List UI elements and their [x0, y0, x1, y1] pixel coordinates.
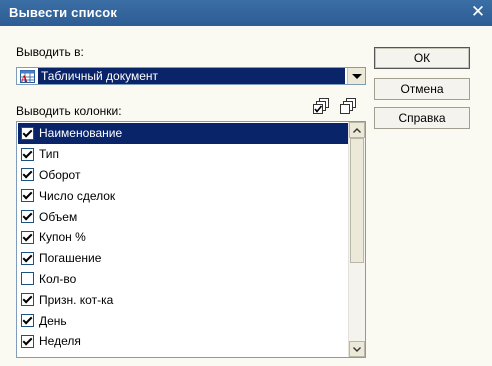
column-checkbox[interactable] — [21, 147, 34, 161]
column-checkbox[interactable] — [21, 272, 34, 286]
list-item[interactable]: Объем — [18, 206, 348, 227]
scroll-up-button[interactable] — [349, 122, 365, 138]
column-checkbox[interactable] — [21, 230, 34, 244]
list-item[interactable]: Кол-во — [18, 269, 348, 290]
list-item[interactable]: Призн. кот-ка — [18, 289, 348, 310]
output-target-select[interactable]: A Табличный документ — [16, 67, 366, 85]
window-title: Вывести список — [9, 5, 118, 20]
column-label: Купон % — [39, 230, 86, 245]
column-checkbox[interactable] — [21, 189, 34, 203]
list-item[interactable]: Наименование — [18, 123, 348, 144]
ok-button[interactable]: ОК — [374, 47, 470, 69]
column-checkbox[interactable] — [21, 251, 34, 265]
dialog-window: Вывести список ✕ Выводить в: A Табличный… — [0, 0, 492, 366]
spreadsheet-icon: A — [20, 70, 35, 83]
list-item[interactable]: Купон % — [18, 227, 348, 248]
output-to-label: Выводить в: — [16, 45, 84, 59]
list-item[interactable]: День — [18, 310, 348, 331]
column-label: Объем — [39, 209, 78, 224]
column-label: Наименование — [39, 126, 123, 141]
columns-list-items: Наименование Тип Оборот Число сделок Объем Ку… — [18, 123, 348, 356]
vertical-scrollbar[interactable] — [348, 122, 365, 357]
check-all-icon[interactable] — [313, 97, 331, 115]
list-item[interactable]: Неделя — [18, 331, 348, 352]
close-icon[interactable]: ✕ — [468, 2, 488, 22]
chevron-down-icon — [353, 346, 361, 352]
column-checkbox[interactable] — [21, 334, 34, 348]
column-label: День — [39, 313, 67, 328]
chevron-up-icon — [353, 127, 361, 133]
columns-label: Выводить колонки: — [16, 104, 122, 118]
column-label: Неделя — [39, 334, 81, 349]
chevron-down-icon — [351, 73, 362, 79]
column-label: Оборот — [39, 167, 81, 182]
output-target-value: Табличный документ — [38, 68, 345, 84]
help-button[interactable]: Справка — [374, 107, 470, 129]
scroll-thumb[interactable] — [350, 138, 364, 263]
scroll-down-button[interactable] — [349, 341, 365, 357]
cancel-button[interactable]: Отмена — [374, 78, 470, 100]
columns-list[interactable]: Наименование Тип Оборот Число сделок Объем Ку… — [16, 121, 366, 358]
list-item[interactable]: Тип — [18, 144, 348, 165]
uncheck-all-icon[interactable] — [340, 97, 358, 115]
dropdown-button[interactable] — [347, 68, 365, 84]
column-label: Тип — [39, 147, 60, 162]
column-checkbox[interactable] — [21, 126, 34, 140]
list-item[interactable]: Число сделок — [18, 185, 348, 206]
column-label: Призн. кот-ка — [39, 292, 114, 307]
column-checkbox[interactable] — [21, 293, 34, 307]
column-checkbox[interactable] — [21, 314, 34, 328]
column-label: Число сделок — [39, 188, 116, 203]
svg-text:A: A — [21, 74, 28, 83]
title-bar[interactable]: Вывести список ✕ — [0, 0, 492, 26]
column-label: Кол-во — [39, 271, 77, 286]
column-label: Погашение — [39, 251, 102, 266]
list-item[interactable]: Оборот — [18, 165, 348, 186]
column-checkbox[interactable] — [21, 210, 34, 224]
column-checkbox[interactable] — [21, 168, 34, 182]
list-item[interactable]: Погашение — [18, 248, 348, 269]
